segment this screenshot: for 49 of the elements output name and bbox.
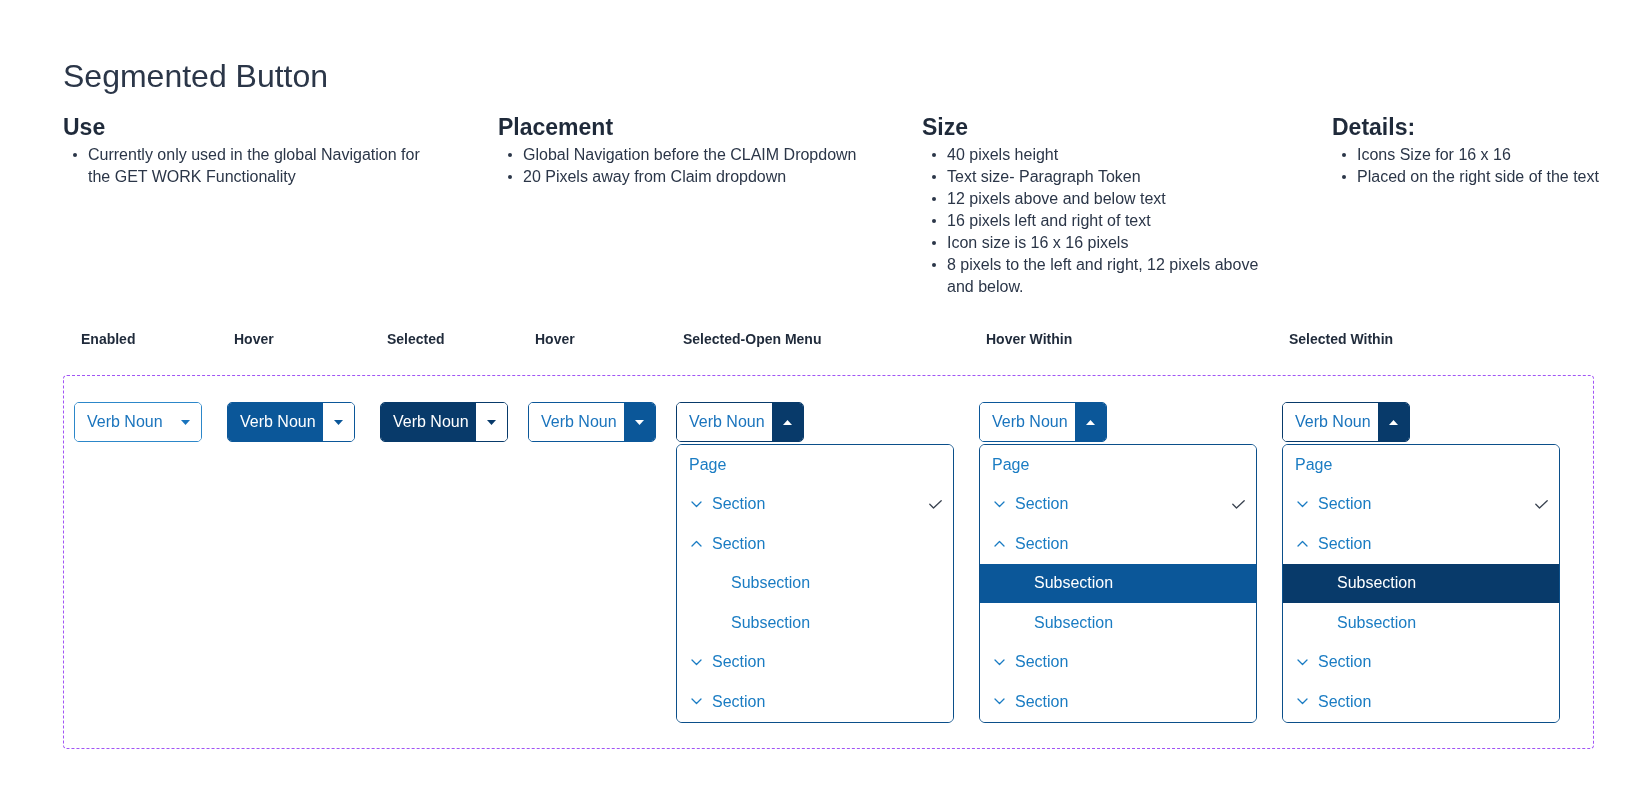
menu-item[interactable]: Subsection: [1283, 563, 1559, 603]
bullet-text: 20 Pixels away from Claim dropdown: [523, 167, 787, 187]
label-segment[interactable]: Verb Noun: [381, 403, 476, 441]
state-label: Enabled: [81, 331, 136, 347]
segmented-button[interactable]: Verb Noun: [380, 402, 508, 442]
bullet-text: Placed on the right side of the text: [1357, 167, 1599, 187]
bullet-text: Currently only used in the global Navigation for the GET WORK Functionality: [88, 145, 421, 187]
segmented-button[interactable]: Verb Noun: [74, 402, 202, 442]
bullet-icon: [932, 197, 936, 201]
dropdown-segment[interactable]: [772, 403, 803, 441]
bullet-icon: [1342, 175, 1346, 179]
bullet-text: Icon size is 16 x 16 pixels: [947, 233, 1129, 253]
page-title: Segmented Button: [63, 57, 330, 96]
bullet-icon: [932, 219, 936, 223]
bullet-icon: [508, 153, 512, 157]
bullet-text: 8 pixels to the left and right, 12 pixels above and below.: [947, 255, 1260, 297]
bullet-text: 40 pixels height: [947, 145, 1059, 165]
segmented-button[interactable]: Verb Noun: [528, 402, 656, 442]
bullet-icon: [932, 175, 936, 179]
section-heading: Placement: [498, 113, 615, 141]
state-label: Selected: [387, 331, 445, 347]
segmented-button[interactable]: Verb Noun: [227, 402, 355, 442]
section-heading: Use: [63, 113, 107, 141]
label-segment[interactable]: Verb Noun: [228, 403, 323, 441]
bullet-icon: [932, 153, 936, 157]
state-label: Hover Within: [986, 331, 1073, 347]
section-heading: Size: [922, 113, 970, 141]
state-label: Selected-Open Menu: [683, 331, 822, 347]
bullet-icon: [73, 153, 77, 157]
segmented-button[interactable]: Verb Noun: [979, 402, 1107, 442]
section-heading: Details:: [1332, 113, 1417, 141]
segmented-button[interactable]: Verb Noun: [1282, 402, 1410, 442]
state-label: Hover: [234, 331, 274, 347]
state-label: Selected Within: [1289, 331, 1394, 347]
bullet-text: 16 pixels left and right of text: [947, 211, 1151, 231]
bullet-icon: [508, 175, 512, 179]
bullet-icon: [932, 241, 936, 245]
dropdown-segment[interactable]: [1378, 403, 1409, 441]
segmented-button[interactable]: Verb Noun: [676, 402, 804, 442]
bullet-text: 12 pixels above and below text: [947, 189, 1166, 209]
bullet-text: Text size- Paragraph Token: [947, 167, 1141, 187]
bullet-icon: [932, 263, 936, 267]
dropdown-segment[interactable]: [1075, 403, 1106, 441]
dropdown-segment[interactable]: [624, 403, 655, 441]
bullet-icon: [1342, 153, 1346, 157]
menu-item[interactable]: Subsection: [980, 563, 1256, 603]
state-label: Hover: [535, 331, 575, 347]
bullet-text: Global Navigation before the CLAIM Dropdown: [523, 145, 857, 165]
bullet-text: Icons Size for 16 x 16: [1357, 145, 1511, 165]
